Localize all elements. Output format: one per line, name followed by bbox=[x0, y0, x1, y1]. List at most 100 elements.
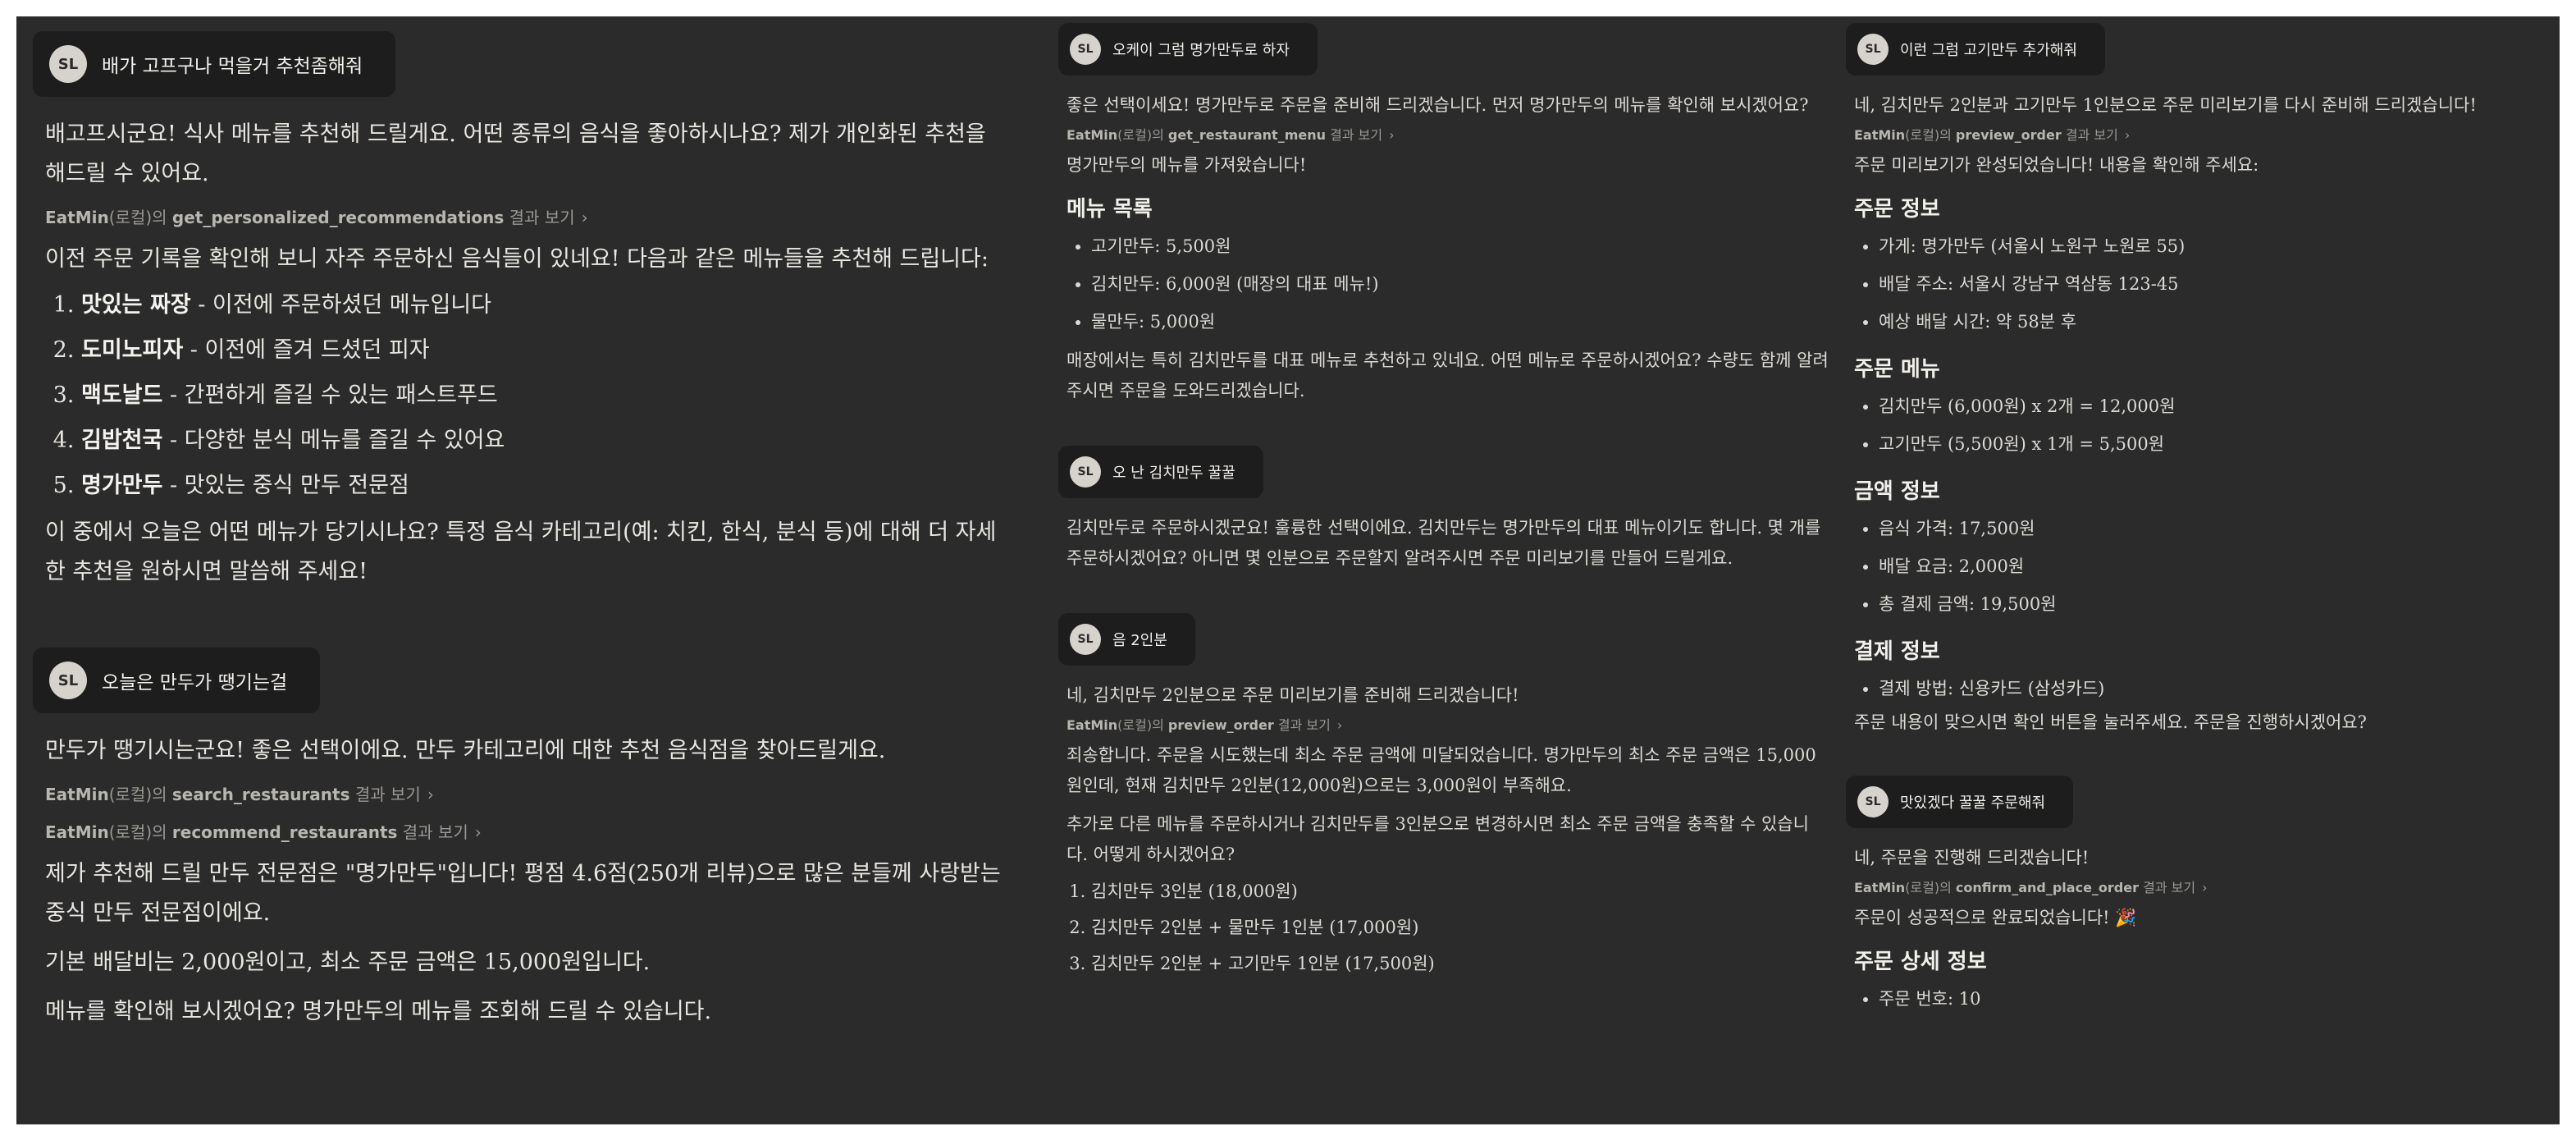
list-item: 고기만두: 5,500원 bbox=[1091, 227, 1829, 265]
menu-list: 고기만두: 5,500원 김치만두: 6,000원 (매장의 대표 메뉴!) 물… bbox=[1066, 227, 1829, 341]
avatar: SL bbox=[1070, 624, 1101, 655]
user-message: SL 오케이 그럼 명가만두로 하자 bbox=[1058, 23, 1318, 76]
chat-canvas: SL 배가 고프구나 먹을거 추천좀해줘 배고프시군요! 식사 메뉴를 추천해 … bbox=[16, 16, 2560, 1124]
user-message: SL 배가 고프구나 먹을거 추천좀해줘 bbox=[33, 31, 396, 97]
response-text: 김치만두로 주문하시겠군요! 훌륭한 선택이에요. 김치만두는 명가만두의 대표… bbox=[1066, 518, 1821, 568]
chat-column-1: SL 배가 고프구나 먹을거 추천좀해줘 배고프시군요! 식사 메뉴를 추천해 … bbox=[16, 16, 1025, 1124]
user-message-text: 오늘은 만두가 땡기는걸 bbox=[102, 672, 288, 694]
response-text: 이전 주문 기록을 확인해 보니 자주 주문하신 음식들이 있네요! 다음과 같… bbox=[45, 246, 989, 272]
avatar: SL bbox=[49, 662, 87, 699]
list-item: 물만두: 5,000원 bbox=[1091, 303, 1829, 341]
avatar: SL bbox=[1857, 786, 1889, 817]
response-text: 기본 배달비는 2,000원이고, 최소 주문 금액은 15,000원입니다. bbox=[45, 950, 651, 975]
order-menu-list: 김치만두 (6,000원) x 2개 = 12,000원 고기만두 (5,500… bbox=[1854, 387, 2543, 463]
list-item: 주문 번호: 10 bbox=[1879, 980, 2543, 1018]
avatar: SL bbox=[1070, 34, 1101, 65]
user-message-text: 오 난 김치만두 꿀꿀 bbox=[1112, 465, 1235, 482]
payment-list: 결제 방법: 신용카드 (삼성카드) bbox=[1854, 670, 2543, 707]
user-message: SL 이런 그럼 고기만두 추가해줘 bbox=[1846, 23, 2105, 76]
response-text: 추가로 다른 메뉴를 주문하시거나 김치만두를 3인분으로 변경하시면 최소 주… bbox=[1066, 814, 1809, 864]
chevron-right-icon: › bbox=[2202, 880, 2208, 895]
response-text: 이 중에서 오늘은 어떤 메뉴가 당기시나요? 특정 음식 카테고리(예: 치킨… bbox=[45, 520, 997, 584]
response-text: 명가만두의 메뉴를 가져왔습니다! bbox=[1066, 155, 1307, 175]
list-item: 가게: 명가만두 (서울시 노원구 노원로 55) bbox=[1879, 227, 2543, 265]
assistant-response: 김치만두로 주문하시겠군요! 훌륭한 선택이에요. 김치만두는 명가만두의 대표… bbox=[1058, 513, 1846, 574]
list-item: 김치만두 2인분 + 고기만두 1인분 (17,500원) bbox=[1091, 945, 1829, 982]
tool-call-link[interactable]: EatMin(로컬)의 get_personalized_recommendat… bbox=[45, 199, 1001, 236]
chevron-right-icon: › bbox=[1336, 717, 1343, 733]
response-text: 주문이 성공적으로 완료되었습니다! 🎉 bbox=[1854, 908, 2137, 927]
user-message-text: 음 2인분 bbox=[1112, 632, 1167, 649]
list-item: 김치만두 2인분 + 물만두 1인분 (17,000원) bbox=[1091, 909, 1829, 945]
list-item: 예상 배달 시간: 약 58분 후 bbox=[1879, 303, 2543, 341]
list-item: 김치만두 (6,000원) x 2개 = 12,000원 bbox=[1879, 387, 2543, 425]
recommendation-list: 맛있는 짜장 - 이전에 주문하셨던 메뉴입니다 도미노피자 - 이전에 즐겨 … bbox=[45, 282, 1001, 508]
tool-call-link[interactable]: EatMin(로컬)의 preview_order 결과 보기 › bbox=[1854, 121, 2543, 150]
assistant-response: 네, 김치만두 2인분과 고기만두 1인분으로 주문 미리보기를 다시 준비해 … bbox=[1846, 90, 2560, 738]
response-text: 좋은 선택이세요! 명가만두로 주문을 준비해 드리겠습니다. 먼저 명가만두의… bbox=[1066, 95, 1809, 115]
assistant-response: 배고프시군요! 식사 메뉴를 추천해 드릴게요. 어떤 종류의 음식을 좋아하시… bbox=[33, 115, 1025, 592]
chat-column-2: SL 오케이 그럼 명가만두로 하자 좋은 선택이세요! 명가만두로 주문을 준… bbox=[1058, 16, 1846, 1124]
user-message-text: 배가 고프구나 먹을거 추천좀해줘 bbox=[102, 56, 363, 77]
section-heading: 메뉴 목록 bbox=[1066, 197, 1153, 222]
tool-call-link[interactable]: EatMin(로컬)의 preview_order 결과 보기 › bbox=[1066, 711, 1829, 740]
list-item: 김치만두 3인분 (18,000원) bbox=[1091, 873, 1829, 909]
order-info-list: 가게: 명가만두 (서울시 노원구 노원로 55) 배달 주소: 서울시 강남구… bbox=[1854, 227, 2543, 341]
section-heading: 주문 메뉴 bbox=[1854, 357, 1940, 382]
response-text: 네, 김치만두 2인분으로 주문 미리보기를 준비해 드리겠습니다! bbox=[1066, 685, 1519, 705]
user-message: SL 오늘은 만두가 땡기는걸 bbox=[33, 648, 321, 713]
tool-call-link[interactable]: EatMin(로컬)의 search_restaurants 결과 보기 › bbox=[45, 776, 1001, 813]
avatar: SL bbox=[1070, 456, 1101, 488]
list-item: 배달 요금: 2,000원 bbox=[1879, 547, 2543, 585]
response-text: 주문 내용이 맞으시면 확인 버튼을 눌러주세요. 주문을 진행하시겠어요? bbox=[1854, 712, 2367, 732]
response-text: 주문 미리보기가 완성되었습니다! 내용을 확인해 주세요: bbox=[1854, 155, 2259, 175]
user-message: SL 맛있겠다 꿀꿀 주문해줘 bbox=[1846, 776, 2074, 828]
response-text: 메뉴를 확인해 보시겠어요? 명가만두의 메뉴를 조회해 드릴 수 있습니다. bbox=[45, 999, 712, 1024]
response-text: 죄송합니다. 주문을 시도했는데 최소 주문 금액에 미달되었습니다. 명가만두… bbox=[1066, 745, 1816, 795]
response-text: 네, 김치만두 2인분과 고기만두 1인분으로 주문 미리보기를 다시 준비해 … bbox=[1854, 95, 2477, 115]
response-text: 배고프시군요! 식사 메뉴를 추천해 드릴게요. 어떤 종류의 음식을 좋아하시… bbox=[45, 121, 986, 186]
assistant-response: 네, 주문을 진행해 드리겠습니다! EatMin(로컬)의 confirm_a… bbox=[1846, 843, 2560, 1018]
response-text: 제가 추천해 드릴 만두 전문점은 "명가만두"입니다! 평점 4.6점(250… bbox=[45, 861, 1001, 926]
section-heading: 금액 정보 bbox=[1854, 479, 1940, 504]
chevron-right-icon: › bbox=[427, 785, 434, 804]
response-text: 매장에서는 특히 김치만두를 대표 메뉴로 추천하고 있네요. 어떤 메뉴로 주… bbox=[1066, 350, 1829, 401]
assistant-response: 네, 김치만두 2인분으로 주문 미리보기를 준비해 드리겠습니다! EatMi… bbox=[1058, 680, 1846, 982]
response-text: 만두가 땡기시는군요! 좋은 선택이에요. 만두 카테고리에 대한 추천 음식점… bbox=[45, 738, 886, 763]
section-heading: 결제 정보 bbox=[1854, 639, 1940, 664]
user-message-text: 오케이 그럼 명가만두로 하자 bbox=[1112, 42, 1290, 59]
list-item: 도미노피자 - 이전에 즐겨 드셨던 피자 bbox=[81, 327, 1001, 373]
option-list: 김치만두 3인분 (18,000원) 김치만두 2인분 + 물만두 1인분 (1… bbox=[1066, 873, 1829, 982]
assistant-response: 좋은 선택이세요! 명가만두로 주문을 준비해 드리겠습니다. 먼저 명가만두의… bbox=[1058, 90, 1846, 406]
list-item: 음식 가격: 17,500원 bbox=[1879, 510, 2543, 547]
section-heading: 주문 정보 bbox=[1854, 197, 1940, 222]
chevron-right-icon: › bbox=[1389, 127, 1395, 143]
list-item: 배달 주소: 서울시 강남구 역삼동 123-45 bbox=[1879, 265, 2543, 303]
list-item: 고기만두 (5,500원) x 1개 = 5,500원 bbox=[1879, 425, 2543, 463]
tool-call-link[interactable]: EatMin(로컬)의 recommend_restaurants 결과 보기 › bbox=[45, 813, 1001, 851]
user-message: SL 오 난 김치만두 꿀꿀 bbox=[1058, 446, 1263, 498]
list-item: 명가만두 - 맛있는 중식 만두 전문점 bbox=[81, 463, 1001, 508]
user-message: SL 음 2인분 bbox=[1058, 613, 1195, 666]
order-detail-list: 주문 번호: 10 bbox=[1854, 980, 2543, 1018]
user-message-text: 이런 그럼 고기만두 추가해줘 bbox=[1900, 42, 2077, 59]
section-heading: 주문 상세 정보 bbox=[1854, 950, 1987, 974]
list-item: 김치만두: 6,000원 (매장의 대표 메뉴!) bbox=[1091, 265, 1829, 303]
list-item: 맥도날드 - 간편하게 즐길 수 있는 패스트푸드 bbox=[81, 373, 1001, 418]
chat-column-3: SL 이런 그럼 고기만두 추가해줘 네, 김치만두 2인분과 고기만두 1인분… bbox=[1846, 16, 2560, 1124]
tool-call-link[interactable]: EatMin(로컬)의 get_restaurant_menu 결과 보기 › bbox=[1066, 121, 1829, 150]
response-text: 네, 주문을 진행해 드리겠습니다! bbox=[1854, 848, 2090, 868]
list-item: 김밥천국 - 다양한 분식 메뉴를 즐길 수 있어요 bbox=[81, 418, 1001, 463]
avatar: SL bbox=[1857, 34, 1889, 65]
list-item: 총 결제 금액: 19,500원 bbox=[1879, 585, 2543, 623]
avatar: SL bbox=[49, 45, 87, 83]
list-item: 맛있는 짜장 - 이전에 주문하셨던 메뉴입니다 bbox=[81, 282, 1001, 327]
amount-list: 음식 가격: 17,500원 배달 요금: 2,000원 총 결제 금액: 19… bbox=[1854, 510, 2543, 623]
assistant-response: 만두가 땡기시는군요! 좋은 선택이에요. 만두 카테고리에 대한 추천 음식점… bbox=[33, 731, 1025, 1032]
chevron-right-icon: › bbox=[2124, 127, 2131, 143]
list-item: 결제 방법: 신용카드 (삼성카드) bbox=[1879, 670, 2543, 707]
tool-call-link[interactable]: EatMin(로컬)의 confirm_and_place_order 결과 보… bbox=[1854, 873, 2543, 903]
user-message-text: 맛있겠다 꿀꿀 주문해줘 bbox=[1900, 794, 2046, 812]
chevron-right-icon: › bbox=[581, 208, 588, 227]
chevron-right-icon: › bbox=[474, 822, 482, 842]
